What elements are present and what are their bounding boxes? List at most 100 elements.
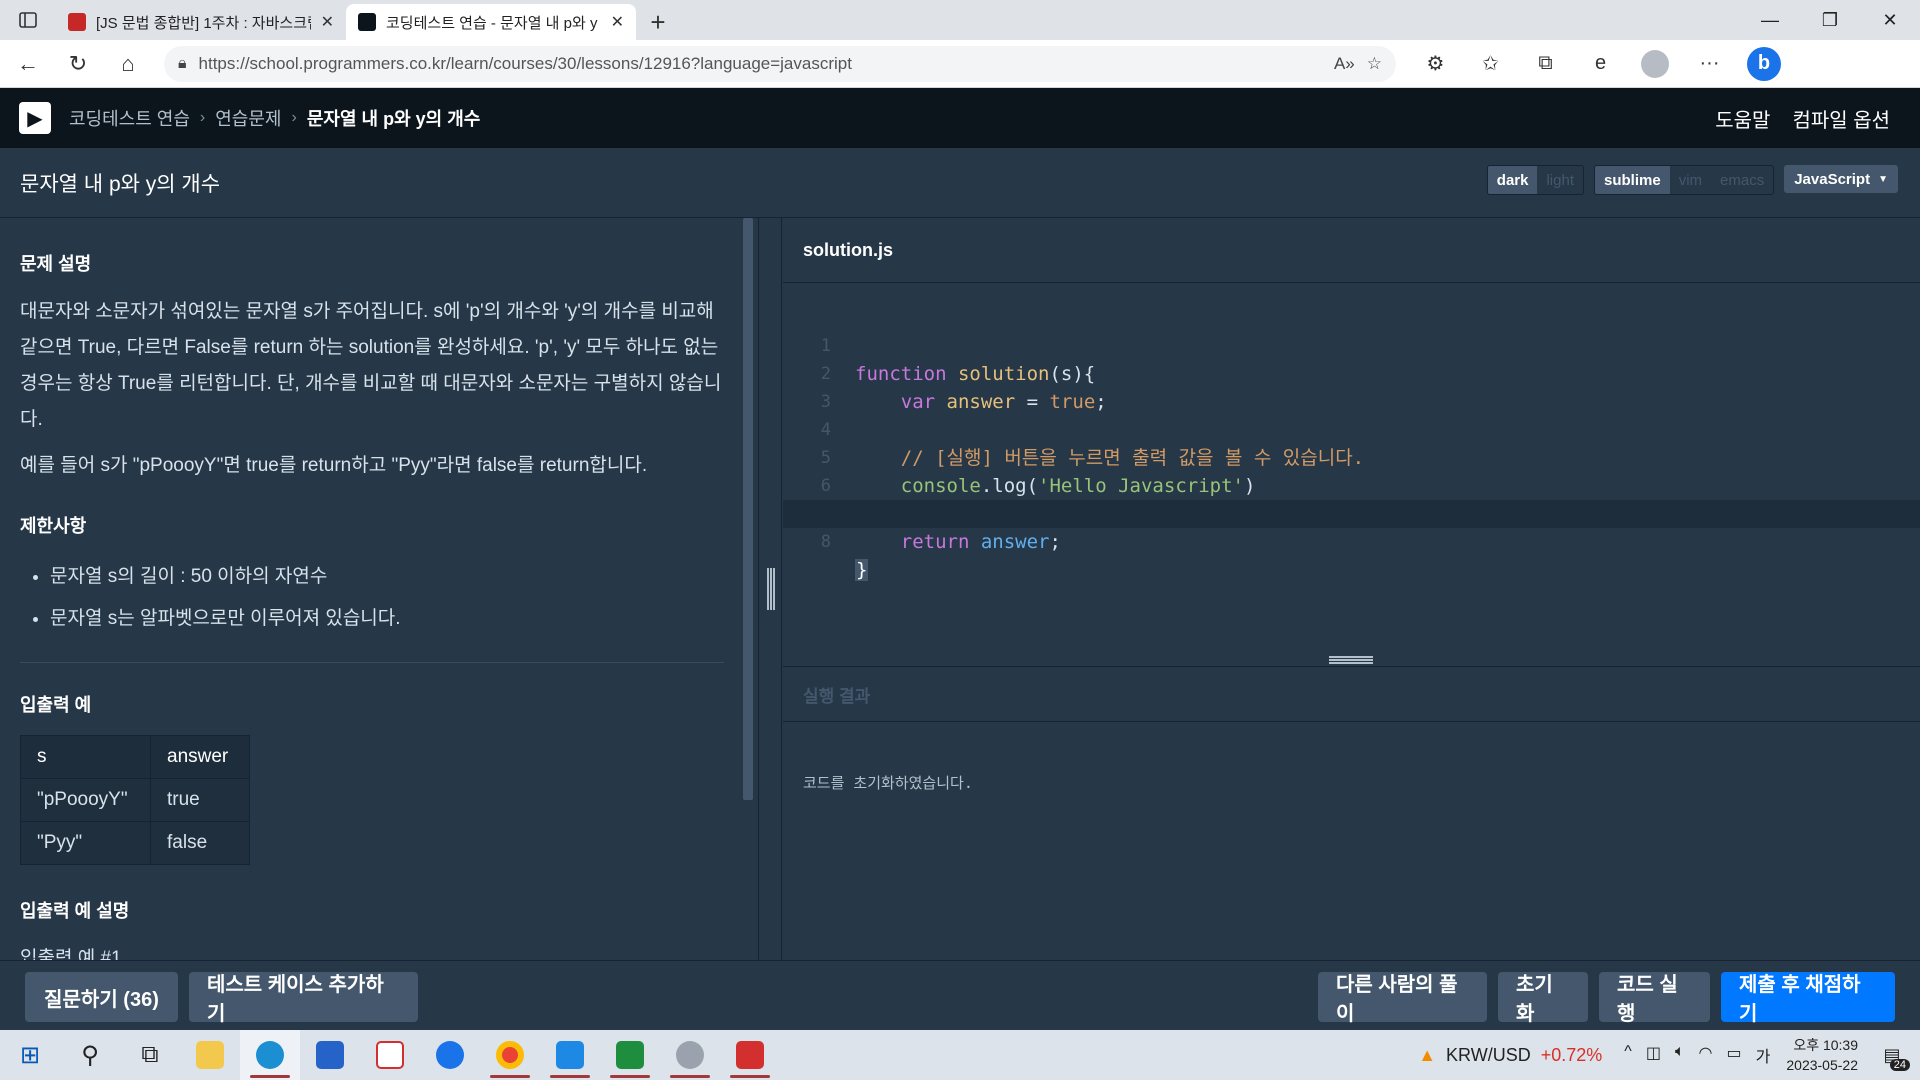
constraints-heading: 제한사항 bbox=[20, 516, 87, 536]
language-value: JavaScript bbox=[1794, 170, 1871, 188]
collections-icon[interactable]: ⧉ bbox=[1518, 44, 1573, 84]
question-button[interactable]: 질문하기 (36) bbox=[25, 972, 178, 1022]
keymap-sublime-option[interactable]: sublime bbox=[1595, 166, 1670, 194]
bing-chat-icon[interactable]: b bbox=[1747, 46, 1781, 81]
code-token: return bbox=[900, 531, 970, 553]
code-line[interactable]: 4 // [실행] 버튼을 누르면 출력 값을 볼 수 있습니다. bbox=[783, 388, 1920, 469]
code-line[interactable]: 2 var answer = true; bbox=[783, 332, 1920, 413]
divider bbox=[20, 662, 724, 663]
code-line[interactable]: 5 console.log('Hello Javascript') bbox=[783, 416, 1920, 497]
file-explorer-icon[interactable] bbox=[180, 1030, 240, 1080]
add-testcase-button[interactable]: 테스트 케이스 추가하기 bbox=[189, 972, 418, 1025]
back-icon[interactable]: ← bbox=[6, 44, 50, 84]
editor-panel: solution.js 1 function solution(s){ 2 va… bbox=[783, 218, 1920, 960]
line-number: 8 bbox=[820, 532, 831, 552]
microsoft-store-icon[interactable] bbox=[300, 1030, 360, 1080]
browser-tab-js-course[interactable]: [JS 문법 종합반] 1주차 : 자바스크립 ✕ bbox=[56, 4, 346, 40]
read-aloud-icon[interactable]: A» bbox=[1334, 54, 1355, 74]
code-line[interactable]: 1 function solution(s){ bbox=[783, 304, 1920, 385]
compile-options-link[interactable]: 컴파일 옵션 bbox=[1792, 104, 1890, 133]
table-row: "Pyy" false bbox=[20, 821, 250, 865]
theme-light-option[interactable]: light bbox=[1537, 166, 1583, 194]
more-icon[interactable]: ··· bbox=[1682, 44, 1737, 84]
new-tab-button[interactable]: + bbox=[636, 4, 680, 40]
chevron-up-icon[interactable]: ^ bbox=[1624, 1043, 1632, 1067]
reset-button[interactable]: 초기화 bbox=[1498, 972, 1588, 1025]
submit-button[interactable]: 제출 후 채점하기 bbox=[1721, 972, 1895, 1025]
ime-indicator[interactable]: 가 bbox=[1756, 1043, 1771, 1067]
browser-tab-bar: [JS 문법 종합반] 1주차 : 자바스크립 ✕ 코딩테스트 연습 - 문자열… bbox=[0, 0, 1920, 40]
horizontal-splitter[interactable] bbox=[783, 654, 1920, 666]
editor-settings: dark light sublime vim emacs JavaScript … bbox=[1486, 165, 1898, 195]
profile-avatar[interactable] bbox=[1641, 49, 1669, 78]
run-code-button[interactable]: 코드 실행 bbox=[1599, 972, 1710, 1025]
programmers-logo-icon[interactable]: ▶ bbox=[19, 102, 51, 134]
code-line[interactable]: 3 bbox=[783, 360, 1920, 412]
code-line[interactable]: 7 return answer; bbox=[783, 472, 1920, 553]
lock-icon[interactable]: 🔒︎ bbox=[178, 55, 187, 73]
refresh-icon[interactable]: ↻ bbox=[56, 44, 100, 84]
browser-toolbar-icons: ⚙ ✩ ⧉ e ··· b bbox=[1408, 44, 1791, 84]
url-text[interactable]: https://school.programmers.co.kr/learn/c… bbox=[199, 54, 1322, 74]
drag-handle-icon[interactable] bbox=[1329, 656, 1373, 664]
tab-actions-icon[interactable] bbox=[0, 0, 56, 40]
close-window-icon[interactable]: ✕ bbox=[1860, 0, 1920, 40]
code-editor[interactable]: 1 function solution(s){ 2 var answer = t… bbox=[783, 284, 1920, 654]
home-icon[interactable]: ⌂ bbox=[106, 44, 150, 84]
keymap-vim-option[interactable]: vim bbox=[1669, 166, 1712, 194]
breadcrumb-practice[interactable]: 연습문제 bbox=[215, 105, 281, 131]
help-link[interactable]: 도움말 bbox=[1715, 104, 1770, 133]
task-view-icon[interactable]: ⧉ bbox=[120, 1030, 180, 1080]
edge-bar-icon[interactable]: e bbox=[1573, 44, 1628, 84]
maps-icon[interactable] bbox=[420, 1030, 480, 1080]
wifi-icon[interactable]: ◠ bbox=[1699, 1043, 1713, 1067]
browser-tab-coding-test[interactable]: 코딩테스트 연습 - 문자열 내 p와 y ✕ bbox=[346, 4, 636, 40]
keymap-emacs-option[interactable]: emacs bbox=[1711, 166, 1774, 194]
code-line[interactable]: 6 bbox=[783, 444, 1920, 496]
constraint-item: 문자열 s는 알파벳으로만 이루어져 있습니다. bbox=[50, 598, 722, 640]
language-select[interactable]: JavaScript ▼ bbox=[1784, 165, 1898, 193]
others-solutions-button[interactable]: 다른 사람의 풀이 bbox=[1318, 972, 1487, 1025]
breadcrumb-coding-test[interactable]: 코딩테스트 연습 bbox=[69, 105, 190, 131]
restore-icon[interactable]: ❐ bbox=[1800, 0, 1860, 40]
close-tab-icon[interactable]: ✕ bbox=[321, 12, 334, 32]
code-line-active[interactable]: 8 } bbox=[783, 500, 1920, 581]
chrome-icon[interactable] bbox=[480, 1030, 540, 1080]
battery-icon[interactable]: ▭ bbox=[1727, 1043, 1742, 1067]
extensions-icon[interactable]: ⚙ bbox=[1408, 44, 1463, 84]
spreadsheet-icon[interactable] bbox=[600, 1030, 660, 1080]
system-tray: ▲ KRW/USD +0.72% ^ ◫ 🔈︎ ◠ ▭ 가 오후 10:39 2… bbox=[1418, 1030, 1920, 1080]
chat-app-icon[interactable] bbox=[720, 1030, 780, 1080]
result-heading: 실행 결과 bbox=[783, 666, 1920, 722]
vertical-splitter[interactable] bbox=[758, 218, 782, 960]
table-row: "pPoooyY" true bbox=[20, 778, 250, 822]
constraints-list: 문자열 s의 길이 : 50 이하의 자연수 문자열 s는 알파벳으로만 이루어… bbox=[50, 556, 722, 640]
breadcrumb-current: 문자열 내 p와 y의 개수 bbox=[306, 109, 481, 129]
clock-date: 2023-05-22 bbox=[1786, 1057, 1858, 1073]
acrobat-icon[interactable] bbox=[360, 1030, 420, 1080]
problem-scrollbar[interactable] bbox=[743, 218, 753, 800]
volume-icon[interactable]: 🔈︎ bbox=[1675, 1043, 1685, 1067]
url-field[interactable]: 🔒︎ https://school.programmers.co.kr/lear… bbox=[164, 45, 1396, 82]
add-favorite-icon[interactable]: ☆ bbox=[1367, 54, 1382, 74]
tab-title: [JS 문법 종합반] 1주차 : 자바스크립 bbox=[96, 14, 311, 32]
edge-browser-icon[interactable] bbox=[240, 1030, 300, 1080]
favorites-icon[interactable]: ✩ bbox=[1463, 44, 1518, 84]
meet-now-icon[interactable]: ◫ bbox=[1646, 1043, 1661, 1067]
windows-start-icon[interactable]: ⊞ bbox=[0, 1030, 60, 1080]
notification-icon[interactable]: ▤ 24 bbox=[1872, 1035, 1912, 1075]
drag-handle-icon[interactable] bbox=[767, 568, 775, 610]
table-header-cell: answer bbox=[150, 735, 250, 779]
clock[interactable]: 오후 10:39 2023-05-22 bbox=[1786, 1035, 1858, 1075]
search-icon[interactable]: ⚲ bbox=[60, 1030, 120, 1080]
theme-dark-option[interactable]: dark bbox=[1487, 166, 1538, 194]
currency-widget[interactable]: ▲ KRW/USD +0.72% bbox=[1418, 1045, 1602, 1066]
table-header-row: s answer bbox=[20, 735, 250, 779]
minimize-icon[interactable]: — bbox=[1740, 0, 1800, 40]
file-tab[interactable]: solution.js bbox=[783, 218, 1920, 283]
close-tab-icon[interactable]: ✕ bbox=[611, 12, 624, 32]
vscode-icon[interactable] bbox=[540, 1030, 600, 1080]
mouse-app-icon[interactable] bbox=[660, 1030, 720, 1080]
caret-down-icon: ▼ bbox=[1878, 173, 1888, 185]
theme-toggle: dark light bbox=[1486, 165, 1584, 195]
